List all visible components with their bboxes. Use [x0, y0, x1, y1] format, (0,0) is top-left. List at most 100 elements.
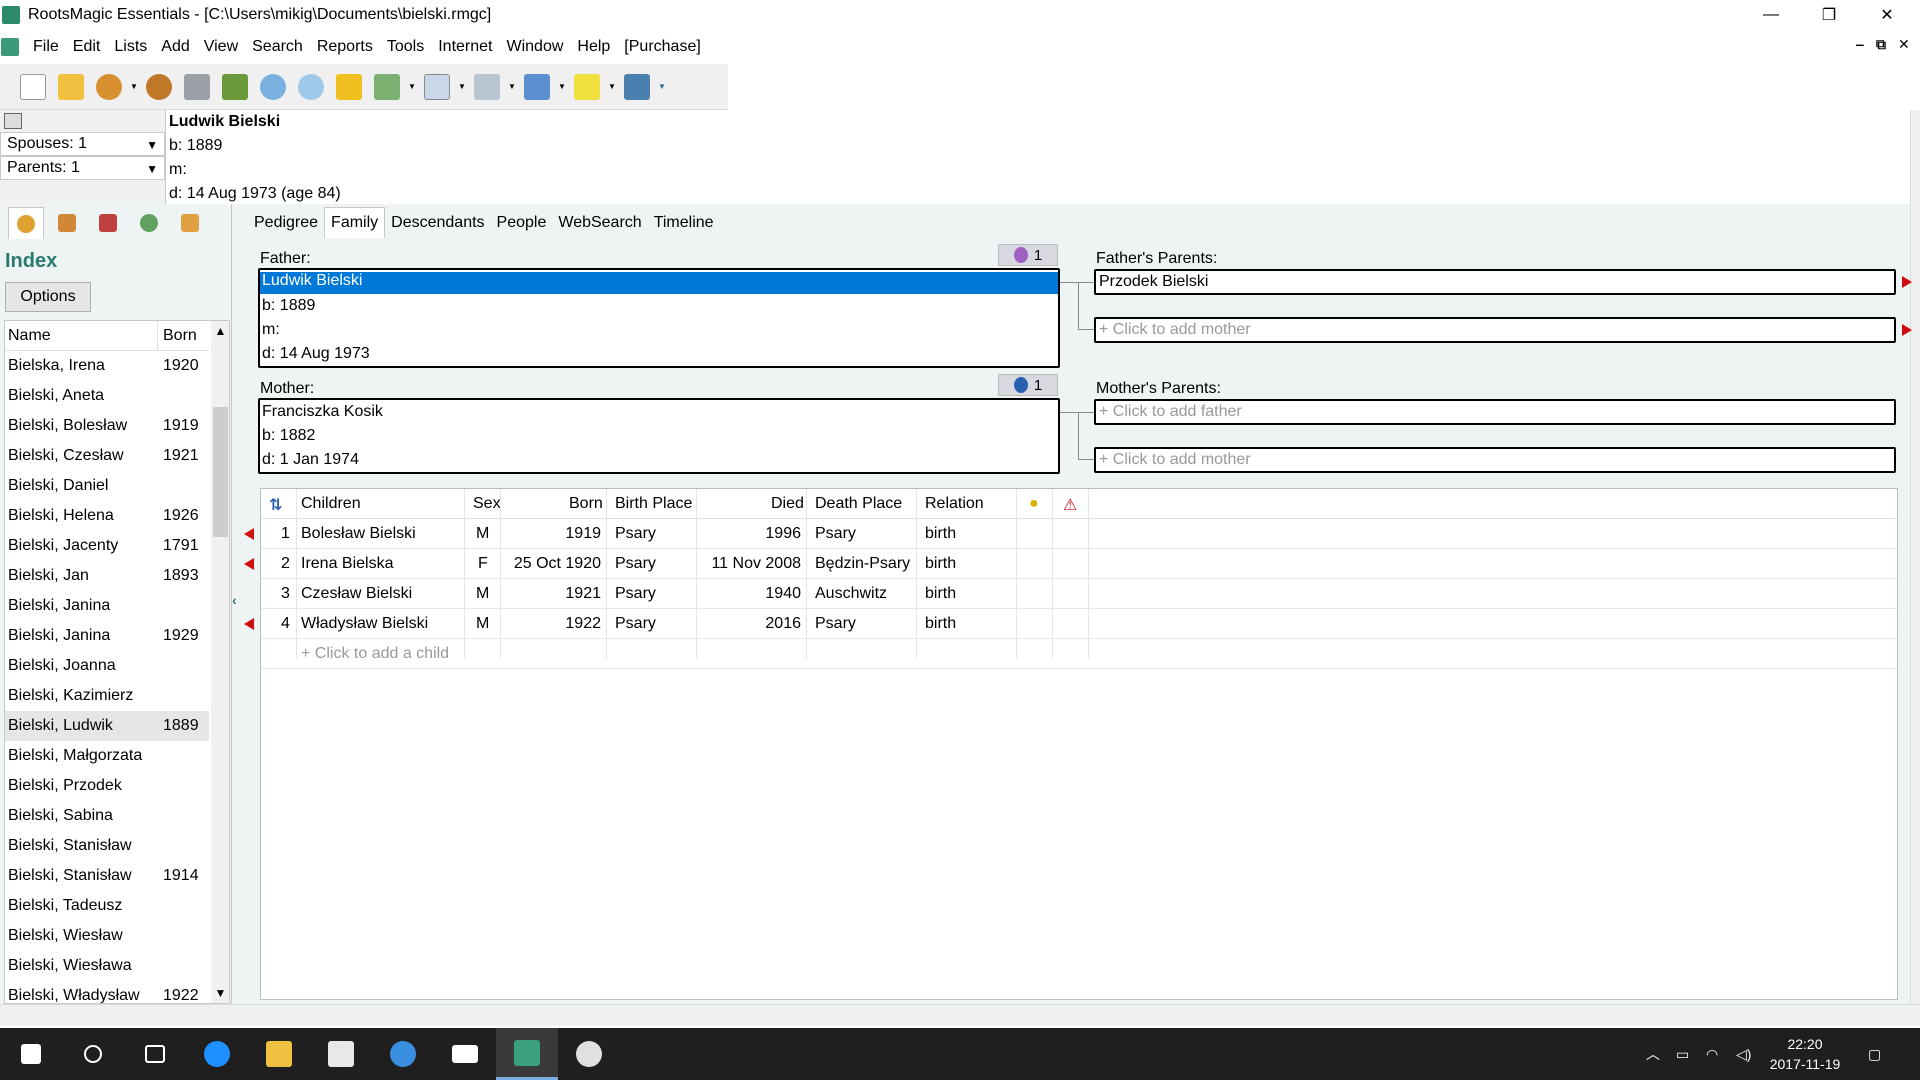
- edge-button[interactable]: [186, 1028, 248, 1080]
- tab-groups[interactable]: [172, 207, 208, 239]
- index-row[interactable]: Bielski, Janina: [5, 591, 209, 621]
- toolbar-overflow-dropdown[interactable]: ▼: [658, 70, 666, 104]
- mdi-close-button[interactable]: ✕: [1898, 36, 1910, 53]
- parents-dropdown[interactable]: Parents: 1 ▼: [0, 156, 165, 180]
- index-row[interactable]: Bielski, Jacenty 1791: [5, 531, 209, 561]
- index-scrollbar[interactable]: ▲ ▼: [211, 321, 229, 1003]
- options-button[interactable]: Options: [5, 282, 91, 312]
- father-box[interactable]: Ludwik Bielski b: 1889 m: d: 14 Aug 1973: [258, 268, 1060, 368]
- task-view-button[interactable]: [124, 1028, 186, 1080]
- menu-add[interactable]: Add: [161, 38, 189, 56]
- note-button[interactable]: [570, 70, 604, 104]
- reports-button[interactable]: [218, 70, 252, 104]
- screen-dropdown[interactable]: ▼: [558, 70, 566, 104]
- tab-people[interactable]: People: [491, 208, 553, 238]
- tab-timeline[interactable]: Timeline: [648, 208, 720, 238]
- index-row[interactable]: Bielski, Aneta: [5, 381, 209, 411]
- menu-internet[interactable]: Internet: [438, 38, 492, 56]
- web-search-button[interactable]: [294, 70, 328, 104]
- media-button[interactable]: [470, 70, 504, 104]
- spouses-dropdown[interactable]: Spouses: 1 ▼: [0, 132, 165, 156]
- search-taskbar-button[interactable]: [62, 1028, 124, 1080]
- maximize-button[interactable]: ❐: [1800, 0, 1858, 30]
- child-navigate-icon[interactable]: [244, 558, 254, 570]
- index-row[interactable]: Bielski, Bolesław 1919: [5, 411, 209, 441]
- document-menu-icon[interactable]: [1, 38, 19, 56]
- child-row[interactable]: 2 Irena Bielska F 25 Oct 1920 Psary 11 N…: [261, 549, 1897, 579]
- exit-button[interactable]: [620, 70, 654, 104]
- volume-icon[interactable]: ◁): [1736, 1028, 1751, 1080]
- index-row[interactable]: Bielski, Joanna: [5, 651, 209, 681]
- mother-box[interactable]: Franciszka Kosik b: 1882 d: 1 Jan 1974: [258, 398, 1060, 474]
- scroll-down-icon[interactable]: ▼: [211, 983, 229, 1003]
- add-child-row[interactable]: + Click to add a child: [261, 639, 1897, 669]
- certificate-button[interactable]: [420, 70, 454, 104]
- battery-icon[interactable]: ▭: [1676, 1028, 1689, 1080]
- browser-button[interactable]: [372, 1028, 434, 1080]
- mother-spouse-badge[interactable]: 1: [998, 374, 1058, 396]
- new-file-button[interactable]: [16, 70, 50, 104]
- book-icon[interactable]: [4, 113, 22, 129]
- scrollbar-thumb[interactable]: [213, 407, 228, 537]
- fathers-mother-box[interactable]: + Click to add mother: [1094, 317, 1896, 343]
- print-button[interactable]: [180, 70, 214, 104]
- index-row[interactable]: Bielski, Tadeusz: [5, 891, 209, 921]
- index-row[interactable]: Bielski, Kazimierz: [5, 681, 209, 711]
- child-row[interactable]: 4 Władysław Bielski M 1922 Psary 2016 Ps…: [261, 609, 1897, 639]
- column-header-name[interactable]: Name: [8, 327, 51, 345]
- mdi-minimize-button[interactable]: ‒: [1856, 36, 1864, 52]
- child-navigate-icon[interactable]: [244, 618, 254, 630]
- tab-bookmarks[interactable]: [90, 207, 126, 239]
- index-row[interactable]: Bielski, Stanisław: [5, 831, 209, 861]
- index-row[interactable]: Bielski, Helena 1926: [5, 501, 209, 531]
- tab-index[interactable]: [8, 207, 44, 239]
- tab-descendants[interactable]: Descendants: [385, 208, 490, 238]
- certificate-dropdown[interactable]: ▼: [458, 70, 466, 104]
- search-button[interactable]: [256, 70, 290, 104]
- tab-families[interactable]: [49, 207, 85, 239]
- add-person-button[interactable]: [92, 70, 126, 104]
- column-header-born[interactable]: Born: [163, 327, 197, 345]
- menu-view[interactable]: View: [204, 38, 238, 56]
- father-spouse-badge[interactable]: 1: [998, 244, 1058, 266]
- child-navigate-icon[interactable]: [244, 528, 254, 540]
- tab-history[interactable]: [131, 207, 167, 239]
- child-row[interactable]: 3 Czesław Bielski M 1921 Psary 1940 Ausc…: [261, 579, 1897, 609]
- index-row[interactable]: Bielski, Małgorzata: [5, 741, 209, 771]
- paint-button[interactable]: [558, 1028, 620, 1080]
- index-row[interactable]: Bielski, Wiesława: [5, 951, 209, 981]
- rootsmagic-taskbar-button[interactable]: [496, 1028, 558, 1080]
- menu-lists[interactable]: Lists: [114, 38, 147, 56]
- menu-edit[interactable]: Edit: [73, 38, 101, 56]
- menu-purchase[interactable]: [Purchase]: [624, 38, 700, 56]
- show-hidden-icons-button[interactable]: ︿: [1646, 1028, 1660, 1080]
- mdi-restore-button[interactable]: ⧉: [1876, 36, 1886, 53]
- index-row[interactable]: Bielski, Sabina: [5, 801, 209, 831]
- start-button[interactable]: [0, 1028, 62, 1080]
- index-row[interactable]: Bielska, Irena 1920: [5, 351, 209, 381]
- index-row[interactable]: Bielski, Wiesław: [5, 921, 209, 951]
- menu-help[interactable]: Help: [577, 38, 610, 56]
- index-row[interactable]: Bielski, Daniel: [5, 471, 209, 501]
- tab-websearch[interactable]: WebSearch: [552, 208, 647, 238]
- child-row[interactable]: 1 Bolesław Bielski M 1919 Psary 1996 Psa…: [261, 519, 1897, 549]
- main-scrollbar[interactable]: [1910, 110, 1920, 1004]
- fathers-father-box[interactable]: Przodek Bielski: [1094, 269, 1896, 295]
- wifi-icon[interactable]: ◠: [1706, 1028, 1718, 1080]
- mothers-father-box[interactable]: + Click to add father: [1094, 399, 1896, 425]
- action-center-icon[interactable]: ▢: [1868, 1028, 1881, 1080]
- navigate-right-icon[interactable]: [1902, 324, 1912, 336]
- index-row[interactable]: Bielski, Jan 1893: [5, 561, 209, 591]
- minimize-button[interactable]: —: [1742, 0, 1800, 30]
- menu-window[interactable]: Window: [506, 38, 563, 56]
- index-row[interactable]: Bielski, Władysław 1922: [5, 981, 209, 1003]
- tab-family[interactable]: Family: [324, 207, 386, 238]
- navigate-up-button[interactable]: [332, 70, 366, 104]
- sidebar-collapse-handle[interactable]: ‹: [232, 204, 240, 1004]
- add-person-dropdown[interactable]: ▼: [130, 70, 138, 104]
- open-file-button[interactable]: [54, 70, 88, 104]
- menu-search[interactable]: Search: [252, 38, 303, 56]
- index-row[interactable]: Bielski, Czesław 1921: [5, 441, 209, 471]
- edit-person-button[interactable]: [142, 70, 176, 104]
- close-button[interactable]: ✕: [1858, 0, 1916, 30]
